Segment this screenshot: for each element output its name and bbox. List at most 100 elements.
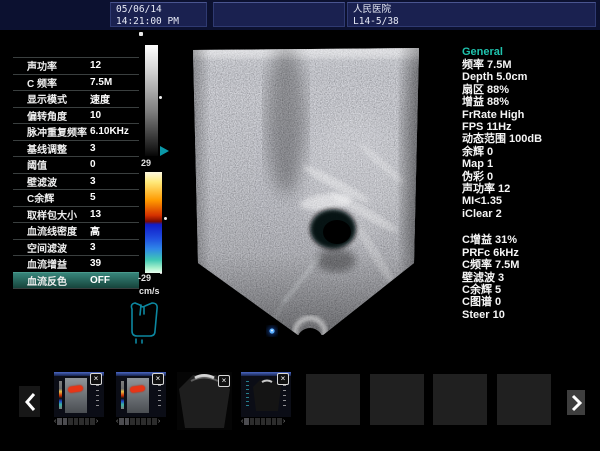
param-value: 0 bbox=[88, 159, 96, 170]
colorbar-end-dot bbox=[160, 272, 162, 274]
mini-next-icon[interactable]: › bbox=[96, 418, 98, 426]
menu-item-baseline[interactable]: 基线调整3 bbox=[13, 140, 139, 157]
param-value: 10 bbox=[88, 110, 101, 121]
param-line: 增益 88% bbox=[462, 96, 598, 108]
thumbnail-2-pager: ‹ › bbox=[116, 417, 166, 426]
chevron-left-icon bbox=[24, 392, 36, 412]
param-value: 速度 bbox=[88, 91, 110, 106]
param-value: 13 bbox=[88, 209, 101, 220]
param-value: 7.5M bbox=[88, 77, 112, 88]
menu-item-threshold[interactable]: 阈值0 bbox=[13, 156, 139, 173]
param-value: 3 bbox=[88, 242, 96, 253]
velocity-max-label: 29 bbox=[141, 158, 151, 168]
menu-item-line-density[interactable]: 血流线密度高 bbox=[13, 222, 139, 239]
param-label: C余辉 bbox=[13, 190, 88, 205]
param-label: 阈值 bbox=[13, 157, 88, 172]
tgc-marker-dot bbox=[139, 32, 143, 36]
thumbnail-4[interactable]: × bbox=[241, 372, 291, 417]
menu-item-acoustic-power[interactable]: 声功率12 bbox=[13, 57, 139, 74]
param-value: 5 bbox=[88, 192, 96, 203]
thumbnail-image-area bbox=[127, 378, 149, 413]
param-label: 空间滤波 bbox=[13, 240, 88, 255]
thumbnail-slot-empty bbox=[306, 374, 360, 425]
param-value: 3 bbox=[88, 143, 96, 154]
param-label: 血流增益 bbox=[13, 256, 88, 271]
thumbnail-image-area bbox=[65, 378, 87, 413]
menu-item-flow-invert-selected[interactable]: 血流反色OFF bbox=[13, 272, 139, 290]
gain-marker-icon bbox=[160, 146, 169, 156]
param-line: 扇区 88% bbox=[462, 84, 598, 96]
thumbnail-colorbar bbox=[121, 381, 124, 409]
param-line: PRFc 6kHz bbox=[462, 247, 598, 259]
parameter-menu: 声功率12 C 频率7.5M 显示模式速度 偏转角度10 脉冲重复频率6.10K… bbox=[13, 57, 139, 289]
menu-item-prf[interactable]: 脉冲重复频率6.10KHz bbox=[13, 123, 139, 140]
param-label: 基线调整 bbox=[13, 141, 88, 156]
thumbnail-3[interactable]: × bbox=[177, 372, 232, 430]
menu-item-packet-size[interactable]: 取样包大小13 bbox=[13, 206, 139, 223]
doppler-flow-blob bbox=[68, 385, 84, 393]
thumbnails-next-button[interactable] bbox=[567, 390, 585, 415]
thumbnail-1[interactable]: × bbox=[54, 372, 104, 417]
menu-item-display-mode[interactable]: 显示模式速度 bbox=[13, 90, 139, 107]
param-label: 显示模式 bbox=[13, 91, 88, 106]
mini-prev-icon[interactable]: ‹ bbox=[116, 418, 118, 426]
param-label: 取样包大小 bbox=[13, 207, 88, 222]
ultrasound-image bbox=[186, 44, 426, 344]
velocity-min-label: -29 bbox=[138, 273, 151, 283]
grayscale-bar bbox=[145, 45, 158, 156]
menu-item-c-frequency[interactable]: C 频率7.5M bbox=[13, 74, 139, 91]
param-value: 高 bbox=[88, 223, 100, 238]
mini-prev-icon[interactable]: ‹ bbox=[54, 418, 56, 426]
thumbnail-colorbar bbox=[59, 381, 62, 409]
focus-marker-dot bbox=[267, 326, 277, 336]
param-label: 壁滤波 bbox=[13, 174, 88, 189]
param-line: iClear 2 bbox=[462, 208, 598, 220]
patient-info-box bbox=[213, 2, 345, 27]
thumbnail-slot-empty bbox=[497, 374, 551, 425]
close-icon[interactable]: × bbox=[277, 373, 289, 385]
panel-title: General bbox=[462, 46, 598, 59]
thumbnail-text-column bbox=[246, 381, 249, 409]
datetime-box: 05/06/14 14:21:00 PM bbox=[110, 2, 207, 27]
param-label: C 频率 bbox=[13, 75, 88, 90]
param-value: 12 bbox=[88, 60, 101, 71]
menu-item-wall-filter[interactable]: 壁滤波3 bbox=[13, 173, 139, 190]
thumbnail-1-pager: ‹ › bbox=[54, 417, 104, 426]
param-value: OFF bbox=[88, 275, 110, 286]
param-line: FrRate High bbox=[462, 109, 598, 121]
doppler-color-bar bbox=[145, 172, 162, 273]
chevron-right-icon bbox=[571, 394, 582, 412]
param-line: C余辉 5 bbox=[462, 284, 598, 296]
param-line: Steer 10 bbox=[462, 309, 598, 321]
mini-next-icon[interactable]: › bbox=[158, 418, 160, 426]
hospital-box: 人民医院 L14-5/38 bbox=[347, 2, 596, 27]
param-value: 3 bbox=[88, 176, 96, 187]
close-icon[interactable]: × bbox=[152, 373, 164, 385]
param-line: Depth 5.0cm bbox=[462, 71, 598, 83]
thumbnail-4-pager: ‹ › bbox=[241, 417, 291, 426]
menu-item-color-gain[interactable]: 血流增益39 bbox=[13, 255, 139, 272]
param-value: 6.10KHz bbox=[88, 126, 129, 137]
thumbnail-2[interactable]: × bbox=[116, 372, 166, 417]
mini-next-icon[interactable]: › bbox=[283, 418, 285, 426]
param-line: 声功率 12 bbox=[462, 183, 598, 195]
probe-id: L14-5/38 bbox=[353, 16, 590, 28]
mini-prev-icon[interactable]: ‹ bbox=[241, 418, 243, 426]
param-label: 血流反色 bbox=[13, 273, 88, 288]
thumbnails-prev-button[interactable] bbox=[19, 386, 40, 417]
thumbnail-slot-empty bbox=[433, 374, 487, 425]
menu-item-spatial-filter[interactable]: 空间滤波3 bbox=[13, 239, 139, 256]
colorbar-marker-dot bbox=[164, 217, 167, 220]
close-icon[interactable]: × bbox=[90, 373, 102, 385]
close-icon[interactable]: × bbox=[218, 375, 230, 387]
time-text: 14:21:00 PM bbox=[116, 16, 201, 28]
param-line: FPS 11Hz bbox=[462, 121, 598, 133]
ultrasound-screen: 05/06/14 14:21:00 PM 人民医院 L14-5/38 声功率12… bbox=[0, 0, 600, 451]
param-label: 声功率 bbox=[13, 58, 88, 73]
date-text: 05/06/14 bbox=[116, 4, 201, 16]
param-line: 频率 7.5M bbox=[462, 59, 598, 71]
menu-item-steer-angle[interactable]: 偏转角度10 bbox=[13, 107, 139, 124]
menu-item-c-persistence[interactable]: C余辉5 bbox=[13, 189, 139, 206]
param-line: C增益 31% bbox=[462, 234, 598, 246]
param-label: 偏转角度 bbox=[13, 108, 88, 123]
